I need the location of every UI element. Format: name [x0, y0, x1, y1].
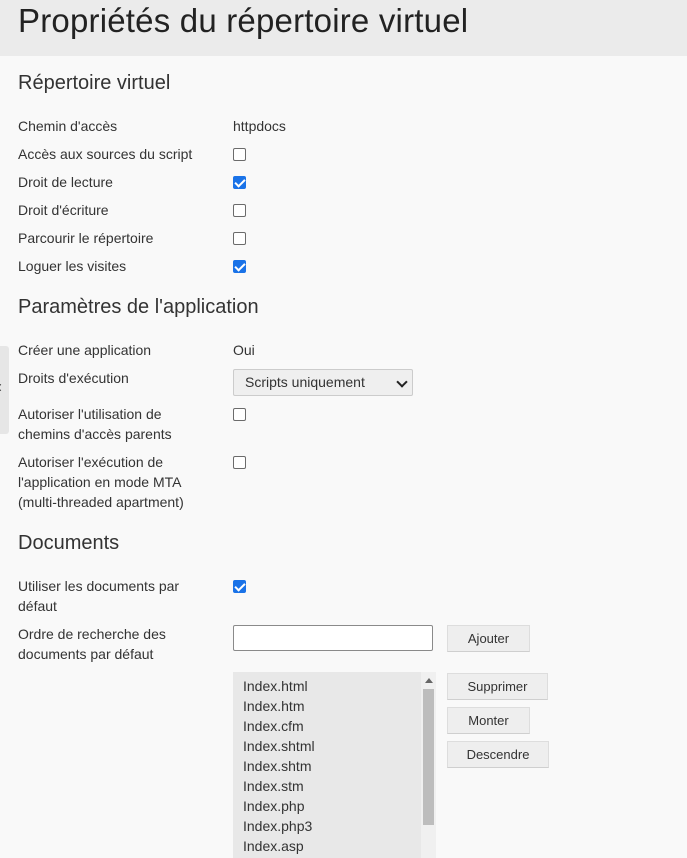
page-header: Propriétés du répertoire virtuel	[0, 0, 687, 56]
execution-rights-select[interactable]: Scripts uniquement	[233, 369, 413, 396]
mta-mode-label: Autoriser l'exécution de l'application e…	[18, 454, 184, 510]
default-documents-items: Index.html Index.htm Index.cfm Index.shtml I…	[243, 676, 315, 856]
write-permission-label: Droit d'écriture	[18, 202, 109, 218]
default-documents-list[interactable]: Index.html Index.htm Index.cfm Index.shtml I…	[233, 672, 436, 858]
list-item[interactable]: Index.html	[243, 676, 315, 696]
list-item[interactable]: Index.shtml	[243, 736, 315, 756]
log-visits-label: Loguer les visites	[18, 258, 127, 274]
mta-mode-checkbox[interactable]	[233, 456, 246, 469]
path-label: Chemin d'accès	[18, 118, 118, 134]
default-document-input[interactable]	[233, 625, 433, 651]
add-document-button[interactable]: Ajouter	[447, 625, 530, 652]
write-permission-checkbox[interactable]	[233, 204, 246, 217]
list-item[interactable]: Index.shtm	[243, 756, 315, 776]
browse-directory-checkbox[interactable]	[233, 232, 246, 245]
collapse-sidebar-handle[interactable]	[0, 346, 9, 434]
script-source-checkbox[interactable]	[233, 148, 246, 161]
list-item[interactable]: Index.htm	[243, 696, 315, 716]
log-visits-checkbox[interactable]	[233, 260, 246, 273]
chevron-left-icon	[0, 383, 5, 392]
list-item[interactable]: Index.php3	[243, 816, 315, 836]
documents-scrollbar[interactable]	[421, 672, 436, 858]
use-default-documents-label: Utiliser les documents par défaut	[18, 578, 180, 614]
parent-paths-label: Autoriser l'utilisation de chemins d'acc…	[18, 406, 172, 442]
list-item[interactable]: Index.php	[243, 796, 315, 816]
read-permission-label: Droit de lecture	[18, 174, 113, 190]
parent-paths-checkbox[interactable]	[233, 408, 246, 421]
list-item[interactable]: Index.asp	[243, 836, 315, 856]
chevron-down-icon	[396, 376, 408, 388]
section-title-documents: Documents	[18, 532, 120, 554]
execution-rights-label: Droits d'exécution	[18, 370, 129, 386]
move-up-button[interactable]: Monter	[447, 707, 530, 734]
script-source-label: Accès aux sources du script	[18, 146, 193, 162]
list-item[interactable]: Index.cfm	[243, 716, 315, 736]
scrollbar-thumb[interactable]	[423, 689, 434, 825]
create-application-value: Oui	[233, 342, 255, 358]
path-value: httpdocs	[233, 118, 286, 134]
execution-rights-value: Scripts uniquement	[245, 374, 365, 390]
scroll-up-arrow-icon[interactable]	[425, 678, 433, 683]
section-title-application: Paramètres de l'application	[18, 296, 259, 318]
search-order-label: Ordre de recherche des documents par déf…	[18, 626, 166, 662]
page-title: Propriétés du répertoire virtuel	[18, 2, 469, 39]
browse-directory-label: Parcourir le répertoire	[18, 230, 154, 246]
list-item[interactable]: Index.stm	[243, 776, 315, 796]
read-permission-checkbox[interactable]	[233, 176, 246, 189]
use-default-documents-checkbox[interactable]	[233, 580, 246, 593]
section-title-virtual-directory: Répertoire virtuel	[18, 72, 171, 94]
remove-document-button[interactable]: Supprimer	[447, 673, 548, 700]
move-down-button[interactable]: Descendre	[447, 741, 549, 768]
create-application-label: Créer une application	[18, 342, 152, 358]
